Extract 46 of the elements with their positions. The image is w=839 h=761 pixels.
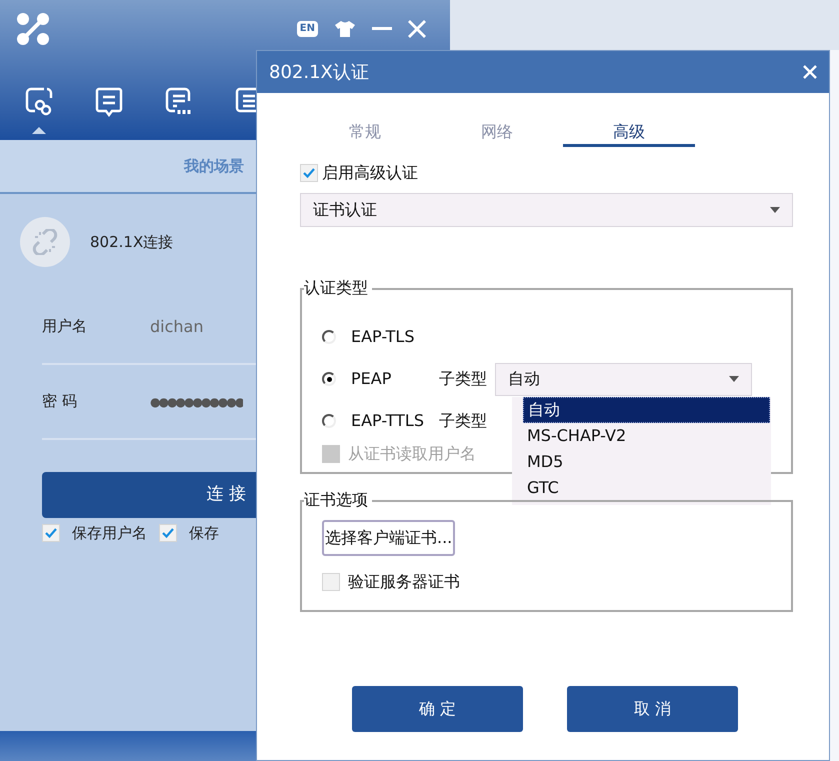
close-icon[interactable] [408, 20, 426, 38]
option-label: 保存 [189, 523, 219, 544]
dialog-button[interactable]: 确 定 [352, 686, 523, 732]
radio-label: PEAP [351, 368, 392, 390]
field-label: 用户名 [42, 316, 88, 338]
dropdown-option[interactable]: GTC [523, 475, 770, 501]
radio-button[interactable] [322, 372, 336, 386]
shirt-icon[interactable] [334, 20, 356, 38]
section-title: 我的场景 [184, 156, 244, 177]
radio-label: EAP-TLS [351, 326, 414, 348]
password-field[interactable]: ●●●●●●●●●●● [150, 392, 244, 410]
choose-certificate-button[interactable]: 选择客户端证书... [322, 520, 456, 556]
dropdown-option[interactable]: 自动 [523, 397, 770, 423]
radio-button[interactable] [322, 330, 336, 344]
connection-name: 802.1X连接 [90, 232, 174, 253]
field-label: 密 码 [42, 391, 78, 412]
connect-button[interactable]: 连 接 [42, 472, 256, 518]
dropdown-arrow-icon [729, 376, 739, 382]
checkbox[interactable] [300, 164, 318, 182]
username-field[interactable]: dichan [150, 314, 204, 338]
link-icon[interactable] [24, 86, 54, 118]
checkbox-label: 启用高级认证 [322, 162, 418, 184]
tab[interactable]: 高级 [563, 119, 695, 147]
broken-link-icon [32, 229, 58, 255]
checkbox[interactable] [159, 524, 177, 542]
checkbox[interactable] [322, 573, 340, 591]
minimize-icon[interactable] [372, 27, 392, 31]
dialog-button[interactable]: 取 消 [567, 686, 738, 732]
radio-button[interactable] [322, 414, 336, 428]
dialog-title: 802.1X认证 [269, 60, 369, 84]
subtype-label: 子类型 [439, 368, 487, 390]
checkbox-label: 从证书读取用户名 [348, 443, 476, 465]
language-button[interactable]: EN [296, 21, 318, 37]
logo-icon [16, 12, 50, 46]
subtype-label: 子类型 [439, 410, 487, 432]
dropdown-option[interactable]: MS-CHAP-V2 [523, 423, 770, 449]
option-label: 保存用户名 [72, 523, 147, 544]
dropdown-option[interactable]: MD5 [523, 449, 770, 475]
radio-label: EAP-TTLS [351, 410, 424, 432]
checkbox-label: 验证服务器证书 [348, 571, 460, 593]
checkbox[interactable] [42, 524, 60, 542]
close-icon[interactable] [803, 65, 817, 79]
message-icon[interactable] [94, 86, 124, 118]
subtype-select[interactable]: 自动 [495, 362, 752, 396]
dropdown-arrow-icon [770, 207, 780, 213]
auth-method-select[interactable]: 证书认证 [300, 193, 793, 227]
